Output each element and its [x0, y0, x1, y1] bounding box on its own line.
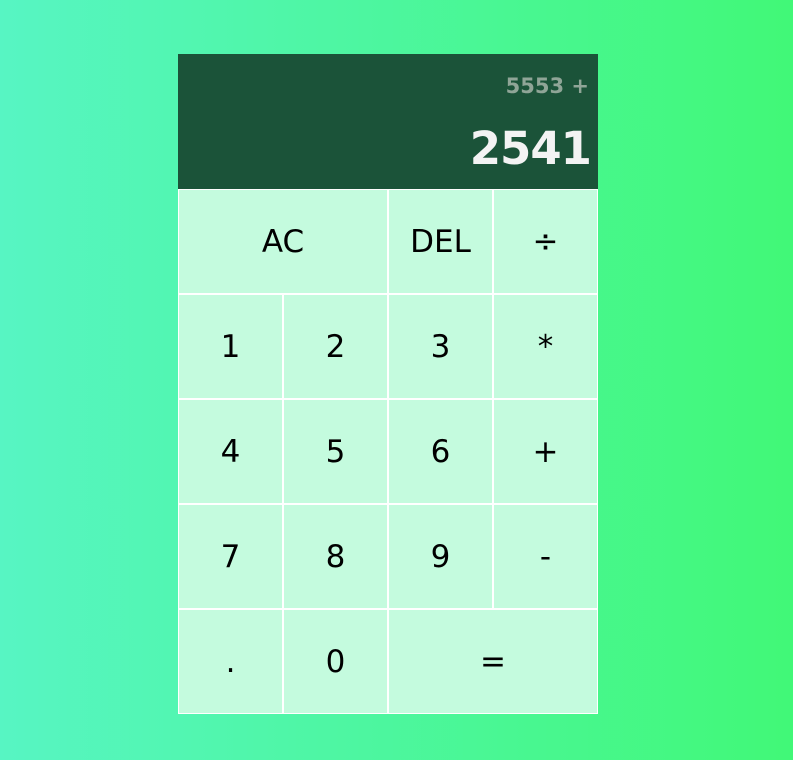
divide-button[interactable]: ÷	[493, 189, 598, 294]
digit-5-button[interactable]: 5	[283, 399, 388, 504]
digit-0-button[interactable]: 0	[283, 609, 388, 714]
decimal-button[interactable]: .	[178, 609, 283, 714]
all-clear-button[interactable]: AC	[178, 189, 388, 294]
digit-7-button[interactable]: 7	[178, 504, 283, 609]
calculator: 5553 + 2541 AC DEL ÷ 1 2 3 * 4 5 6 + 7 8…	[178, 54, 598, 714]
multiply-button[interactable]: *	[493, 294, 598, 399]
digit-2-button[interactable]: 2	[283, 294, 388, 399]
digit-4-button[interactable]: 4	[178, 399, 283, 504]
equals-button[interactable]: =	[388, 609, 598, 714]
previous-operand: 5553 +	[505, 74, 589, 98]
digit-8-button[interactable]: 8	[283, 504, 388, 609]
digit-3-button[interactable]: 3	[388, 294, 493, 399]
digit-9-button[interactable]: 9	[388, 504, 493, 609]
subtract-button[interactable]: -	[493, 504, 598, 609]
calculator-display: 5553 + 2541	[178, 54, 598, 189]
delete-button[interactable]: DEL	[388, 189, 493, 294]
add-button[interactable]: +	[493, 399, 598, 504]
digit-6-button[interactable]: 6	[388, 399, 493, 504]
current-operand: 2541	[469, 122, 592, 175]
digit-1-button[interactable]: 1	[178, 294, 283, 399]
